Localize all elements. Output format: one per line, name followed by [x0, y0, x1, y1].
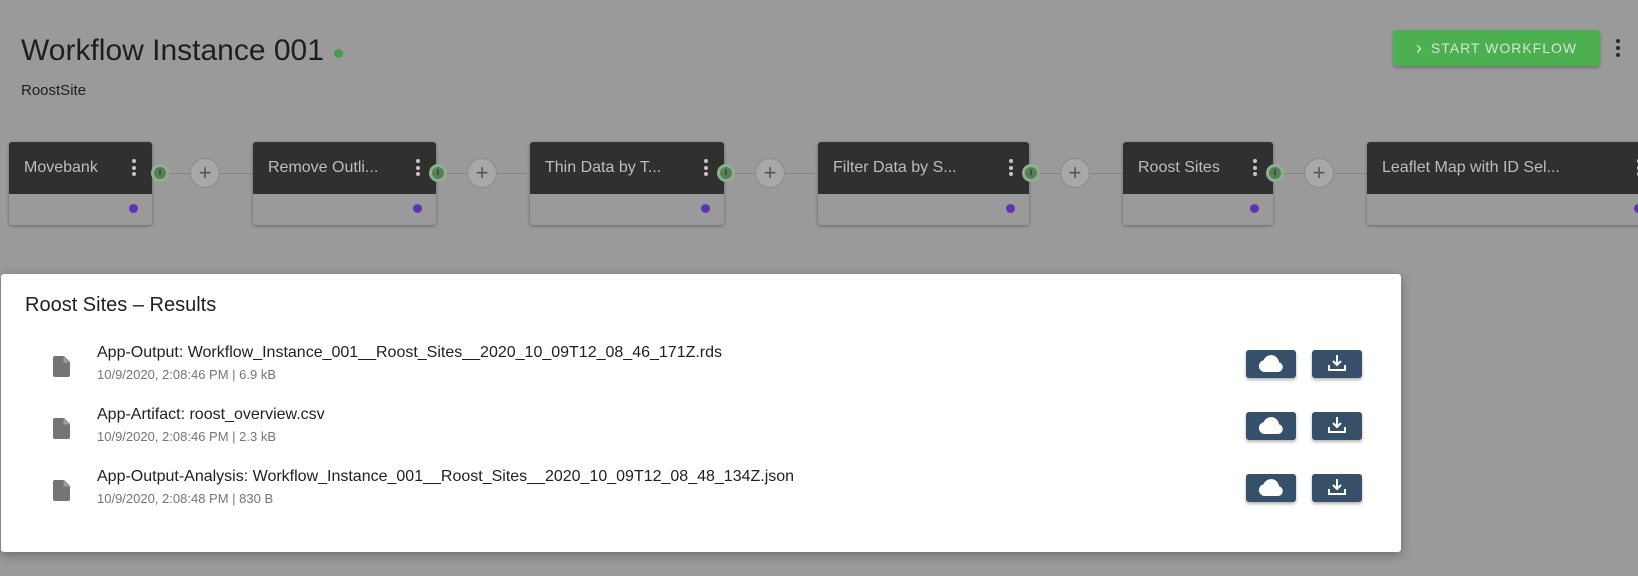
more-vert-icon[interactable]: [416, 159, 420, 176]
app-card-label: Filter Data by S...: [833, 159, 957, 176]
app-card[interactable]: Roost Sites: [1123, 142, 1273, 225]
app-card[interactable]: Leaflet Map with ID Sel...: [1367, 142, 1638, 225]
page-subtitle: RoostSite: [21, 82, 87, 99]
file-name: App-Output-Analysis: Workflow_Instance_0…: [97, 468, 795, 485]
info-icon[interactable]: i: [154, 167, 166, 179]
download-button[interactable]: [1312, 350, 1362, 378]
download-icon: [1327, 415, 1347, 438]
chevron-right-icon: ›: [1415, 38, 1423, 58]
file-name: App-Artifact: roost_overview.csv: [97, 406, 325, 423]
download-icon: [1327, 353, 1347, 376]
file-icon: [53, 356, 70, 377]
cloud-upload-button[interactable]: [1246, 350, 1296, 378]
page-title: Workflow Instance 001: [21, 34, 324, 67]
info-icon[interactable]: i: [432, 167, 444, 179]
file-icon: [53, 480, 70, 501]
add-app-button[interactable]: +: [190, 158, 220, 188]
info-icon[interactable]: i: [1025, 167, 1037, 179]
add-app-button[interactable]: +: [467, 158, 497, 188]
download-button[interactable]: [1312, 412, 1362, 440]
more-vert-icon[interactable]: [1253, 159, 1257, 176]
output-port-dot: [1006, 204, 1015, 213]
cloud-icon: [1258, 354, 1284, 375]
info-icon[interactable]: i: [1269, 167, 1281, 179]
results-title: Roost Sites – Results: [25, 294, 217, 316]
status-indicator: [333, 48, 343, 58]
more-vert-icon[interactable]: [1610, 36, 1626, 60]
workflow-page: Workflow Instance 001 RoostSite › START …: [0, 0, 1638, 576]
cloud-icon: [1258, 478, 1284, 499]
output-port-dot: [701, 204, 710, 213]
app-card[interactable]: Thin Data by T...: [530, 142, 724, 225]
result-row: App-Output-Analysis: Workflow_Instance_0…: [1, 468, 1401, 530]
output-port-dot: [1634, 204, 1638, 213]
start-workflow-button[interactable]: › START WORKFLOW: [1393, 30, 1600, 66]
start-workflow-label: START WORKFLOW: [1430, 40, 1578, 56]
app-card-header: Roost Sites: [1123, 142, 1273, 194]
title-row: Workflow Instance 001: [21, 34, 343, 68]
app-card-header: Remove Outli...: [253, 142, 436, 194]
results-list: App-Output: Workflow_Instance_001__Roost…: [1, 344, 1401, 530]
output-port-dot: [129, 204, 138, 213]
add-app-button[interactable]: +: [755, 158, 785, 188]
file-meta: 10/9/2020, 2:08:46 PM | 2.3 kB: [97, 429, 276, 444]
info-icon[interactable]: i: [720, 167, 732, 179]
add-app-button[interactable]: +: [1304, 158, 1334, 188]
cloud-icon: [1258, 416, 1284, 437]
app-card-header: Movebank: [9, 142, 152, 194]
output-port-dot: [413, 204, 422, 213]
app-card-header: Thin Data by T...: [530, 142, 724, 194]
result-row: App-Artifact: roost_overview.csv 10/9/202…: [1, 406, 1401, 468]
app-card-label: Thin Data by T...: [545, 159, 662, 176]
cloud-upload-button[interactable]: [1246, 412, 1296, 440]
output-port-dot: [1250, 204, 1259, 213]
download-button[interactable]: [1312, 474, 1362, 502]
results-panel: Roost Sites – Results App-Output: Workfl…: [1, 274, 1401, 552]
file-meta: 10/9/2020, 2:08:48 PM | 830 B: [97, 491, 274, 506]
more-vert-icon[interactable]: [132, 159, 136, 176]
app-card-label: Remove Outli...: [268, 159, 379, 176]
more-vert-icon[interactable]: [1009, 159, 1013, 176]
app-card-header: Leaflet Map with ID Sel...: [1367, 142, 1638, 194]
app-card[interactable]: Remove Outli...: [253, 142, 436, 225]
app-card-label: Leaflet Map with ID Sel...: [1382, 159, 1560, 176]
app-card-label: Movebank: [24, 159, 98, 176]
app-card[interactable]: Filter Data by S...: [818, 142, 1029, 225]
result-row: App-Output: Workflow_Instance_001__Roost…: [1, 344, 1401, 406]
app-card[interactable]: Movebank: [9, 142, 152, 225]
file-name: App-Output: Workflow_Instance_001__Roost…: [97, 344, 723, 361]
workflow-pipeline: Movebank Remove Outli... Thin Data by T...…: [0, 142, 1638, 227]
cloud-upload-button[interactable]: [1246, 474, 1296, 502]
file-meta: 10/9/2020, 2:08:46 PM | 6.9 kB: [97, 367, 276, 382]
file-icon: [53, 418, 70, 439]
add-app-button[interactable]: +: [1060, 158, 1090, 188]
more-vert-icon[interactable]: [704, 159, 708, 176]
app-card-header: Filter Data by S...: [818, 142, 1029, 194]
download-icon: [1327, 477, 1347, 500]
app-card-label: Roost Sites: [1138, 159, 1220, 176]
